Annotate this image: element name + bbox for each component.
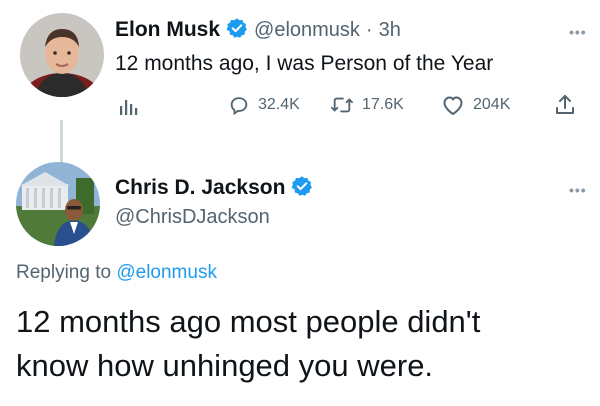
more-icon[interactable]: ••• <box>569 24 587 40</box>
author-handle[interactable]: @elonmusk <box>254 19 360 42</box>
tweet1-header: Elon Musk @elonmusk · 3h <box>115 16 401 44</box>
more-icon[interactable]: ••• <box>569 182 587 198</box>
replying-prefix: Replying to <box>16 262 112 283</box>
retweet-icon <box>330 94 354 116</box>
tweet1-text: 12 months ago, I was Person of the Year <box>115 52 494 75</box>
share-icon <box>554 93 576 117</box>
analytics-button[interactable] <box>118 97 138 117</box>
analytics-icon <box>118 97 138 117</box>
reply-icon <box>228 94 250 116</box>
avatar-elon[interactable] <box>20 13 104 97</box>
author-name[interactable]: Chris D. Jackson <box>115 176 285 200</box>
author-handle[interactable]: @ChrisDJackson <box>115 206 270 229</box>
verified-badge-icon <box>226 17 248 44</box>
retweet-count: 17.6K <box>362 96 404 113</box>
replying-to: Replying to @elonmusk <box>16 262 217 284</box>
thread-connector <box>60 120 63 168</box>
replying-to-link[interactable]: @elonmusk <box>116 262 217 283</box>
tweet-time[interactable]: 3h <box>379 19 401 42</box>
tweet2-text: 12 months ago most people didn't know ho… <box>16 300 480 388</box>
share-button[interactable] <box>554 93 576 117</box>
tweet2-text-line1: 12 months ago most people didn't <box>16 304 481 339</box>
verified-badge-icon <box>291 175 313 202</box>
retweet-button[interactable]: 17.6K <box>330 94 404 116</box>
tweet2-header: Chris D. Jackson <box>115 174 313 202</box>
author-name[interactable]: Elon Musk <box>115 18 220 42</box>
like-button[interactable]: 204K <box>441 94 510 116</box>
meta-separator: · <box>365 18 373 41</box>
tweet2-text-line2: know how unhinged you were. <box>16 348 434 383</box>
reply-count: 32.4K <box>258 96 300 113</box>
reply-button[interactable]: 32.4K <box>228 94 300 116</box>
like-icon <box>441 94 465 116</box>
like-count: 204K <box>473 96 511 113</box>
avatar-chris[interactable] <box>16 162 100 246</box>
